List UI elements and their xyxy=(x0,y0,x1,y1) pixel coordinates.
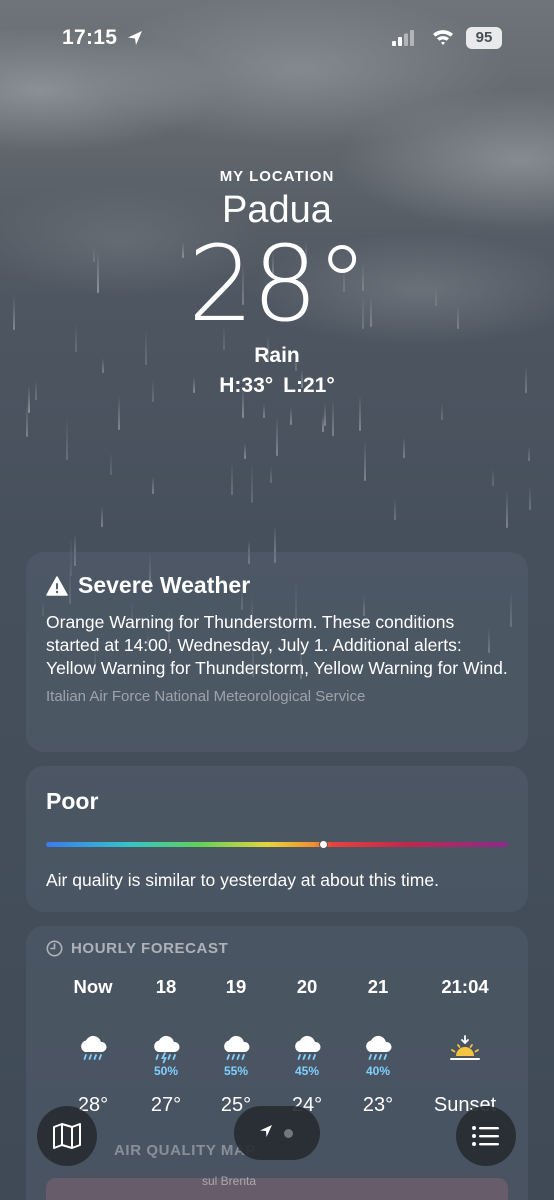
rain-streak xyxy=(332,399,334,436)
air-quality-map-label: AIR QUALITY MAP xyxy=(114,1142,257,1159)
hour-label: 22 xyxy=(512,976,528,1002)
hour-label: 21:04 xyxy=(441,976,489,997)
hourly-item: 19 55% 25° xyxy=(201,976,271,1117)
rain-streak xyxy=(394,498,396,520)
rain-cloud-icon xyxy=(201,1016,271,1064)
map-icon xyxy=(53,1123,81,1149)
precip-probability: 40% xyxy=(365,1064,391,1078)
wifi-icon xyxy=(433,30,453,45)
warning-icon xyxy=(46,575,68,596)
rain-streak xyxy=(66,417,68,460)
rain-streak xyxy=(364,440,366,481)
precip-probability: 55% xyxy=(223,1064,249,1078)
rain-streak xyxy=(506,490,508,528)
precip-probability: 50% xyxy=(153,1064,179,1078)
rain-streak xyxy=(118,395,120,430)
status-time: 17:15 xyxy=(62,26,118,49)
rain-streak xyxy=(276,416,278,456)
aqi-level-indicator xyxy=(318,840,328,849)
rain-streak xyxy=(492,469,494,486)
rain-streak xyxy=(359,394,361,431)
page-dot[interactable] xyxy=(284,1129,293,1138)
rain-streak xyxy=(152,476,154,494)
cloud-icon xyxy=(512,1016,528,1064)
rain-cloud-icon xyxy=(343,1016,413,1064)
hourly-forecast-header: HOURLY FORECAST xyxy=(46,940,508,957)
rain-streak xyxy=(101,506,103,527)
rain-cloud-icon xyxy=(58,1016,128,1064)
rain-streak xyxy=(528,446,530,461)
aqi-rating: Poor xyxy=(46,788,99,814)
alert-title-row: Severe Weather xyxy=(46,572,508,599)
map-button[interactable] xyxy=(37,1106,97,1166)
rain-streak xyxy=(251,462,253,503)
rain-streak xyxy=(110,452,112,475)
rain-streak xyxy=(324,403,326,426)
rain-streak xyxy=(231,461,233,495)
hourly-item: 20 45% 24° xyxy=(272,976,342,1117)
rain-streak xyxy=(441,403,443,420)
alert-title: Severe Weather xyxy=(78,572,251,598)
precip-probability xyxy=(512,1064,528,1080)
hour-temperature: 27° xyxy=(150,1094,182,1116)
hour-label: Now xyxy=(73,976,113,997)
hour-temperature: 23° xyxy=(362,1094,394,1116)
hour-label: 19 xyxy=(225,976,247,997)
location-pager[interactable] xyxy=(234,1106,320,1160)
sunset-icon xyxy=(430,1016,500,1064)
rain-streak xyxy=(403,437,405,458)
status-bar: 17:15 95 xyxy=(0,22,554,54)
battery-indicator: 95 xyxy=(466,27,502,49)
precip-probability xyxy=(58,1064,128,1080)
high-low: H:33° L:21° xyxy=(0,374,554,398)
low-temp: L:21° xyxy=(283,374,335,397)
aqi-scale-bar xyxy=(46,842,508,847)
precip-probability xyxy=(430,1064,500,1080)
rain-cloud-icon xyxy=(272,1016,342,1064)
rain-streak xyxy=(26,403,28,437)
current-conditions: MY LOCATION Padua 28° Rain H:33° L:21° xyxy=(0,168,554,398)
hourly-item: 18 50% 27° xyxy=(131,976,201,1117)
rain-streak xyxy=(529,486,531,510)
hourly-item: 22 22 xyxy=(512,976,528,1117)
aqi-summary: Air quality is similar to yesterday at a… xyxy=(46,870,439,890)
hourly-item: 21 40% 23° xyxy=(343,976,413,1117)
alert-body: Orange Warning for Thunderstorm. These c… xyxy=(46,612,508,678)
high-temp: H:33° xyxy=(219,374,274,397)
current-location-icon xyxy=(260,1125,272,1137)
hour-label: 21 xyxy=(367,976,389,997)
hourly-item: 21:04 Sunset xyxy=(430,976,500,1117)
hourly-forecast-title: HOURLY FORECAST xyxy=(71,940,229,957)
thunderstorm-rain-icon xyxy=(131,1016,201,1064)
severe-weather-card[interactable]: Severe Weather Orange Warning for Thunde… xyxy=(26,552,528,752)
hour-label: 18 xyxy=(155,976,177,997)
hourly-list[interactable]: Now 28° 18 50% 27° 19 55% 25° 20 45% 24° 21 40% 23° 21… xyxy=(26,976,528,1116)
location-label: MY LOCATION xyxy=(219,168,335,185)
clock-icon xyxy=(46,940,63,957)
precip-probability: 45% xyxy=(294,1064,320,1078)
rain-streak xyxy=(322,415,324,432)
current-temperature: 28° xyxy=(187,223,368,345)
hourly-item: Now 28° xyxy=(58,976,128,1117)
location-arrow-icon xyxy=(128,31,142,45)
air-quality-card[interactable]: Poor Air quality is similar to yesterday… xyxy=(26,766,528,912)
list-icon xyxy=(472,1126,499,1146)
hour-temperature: 22 xyxy=(512,1094,528,1117)
rain-streak xyxy=(263,404,265,418)
rain-streak xyxy=(270,466,272,483)
air-quality-map-preview[interactable] xyxy=(46,1178,508,1200)
cellular-signal-icon xyxy=(392,30,414,46)
locations-list-button[interactable] xyxy=(456,1106,516,1166)
rain-streak xyxy=(244,443,246,459)
map-place-label: sul Brenta xyxy=(202,1174,257,1188)
condition-text: Rain xyxy=(254,344,300,367)
alert-source: Italian Air Force National Meteorologica… xyxy=(46,688,366,705)
rain-streak xyxy=(290,407,292,425)
hour-label: 20 xyxy=(296,976,318,997)
